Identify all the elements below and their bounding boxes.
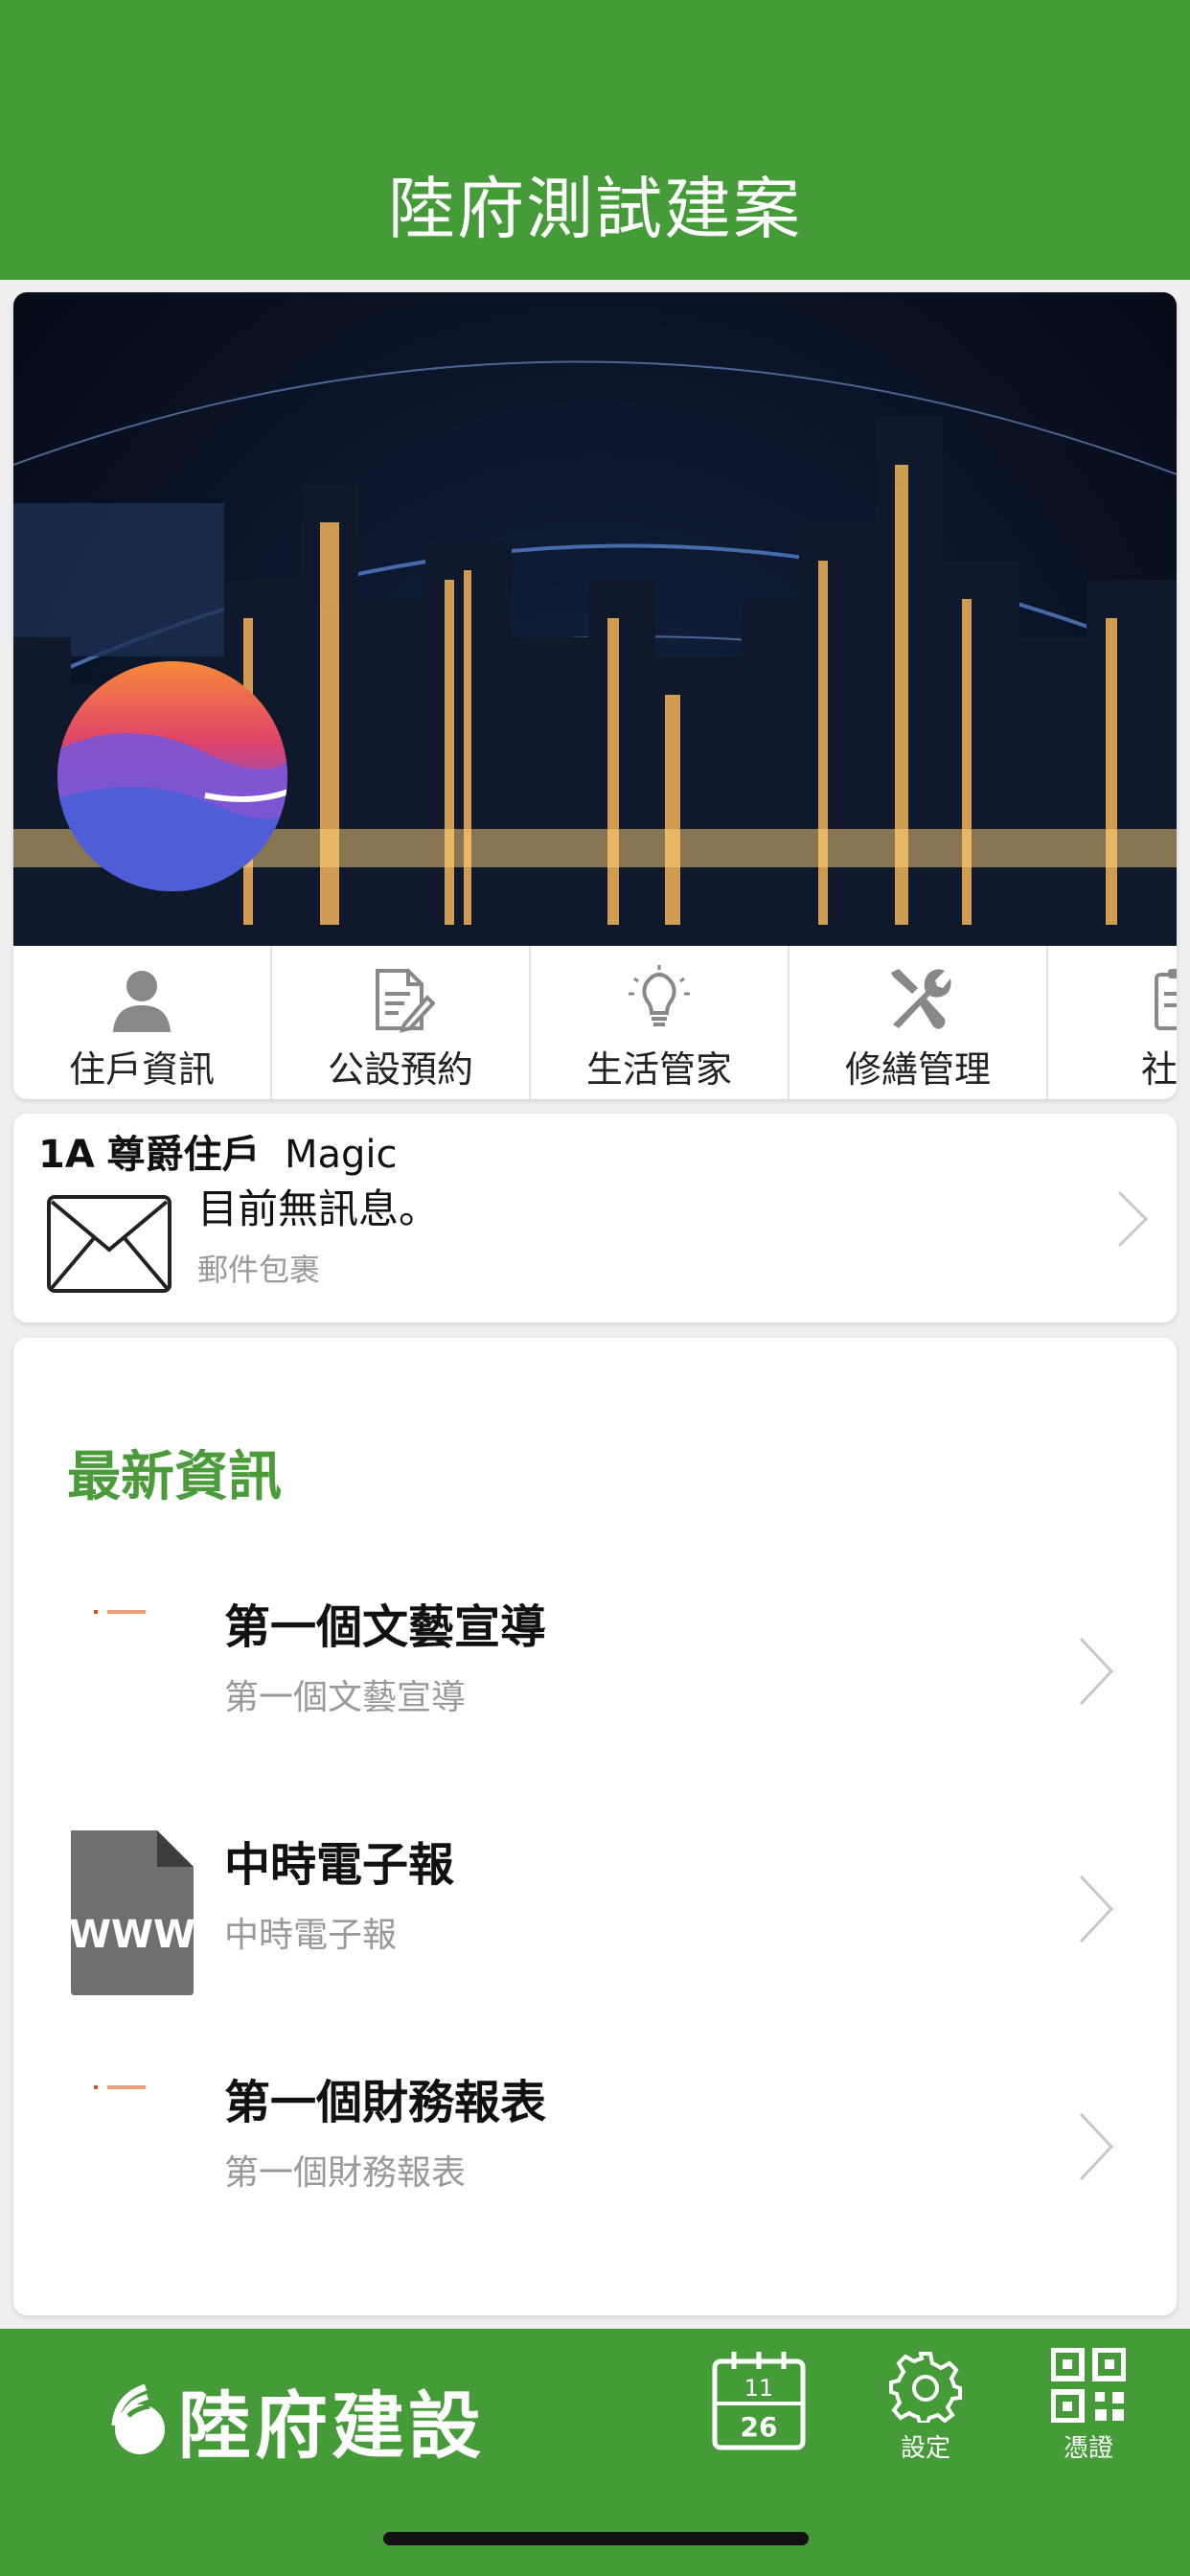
document-edit-icon <box>272 965 529 1034</box>
settings-label: 設定 <box>900 2434 950 2463</box>
city-banner-image <box>13 292 1177 946</box>
quick-action-life-butler[interactable]: 生活管家 <box>531 946 790 1099</box>
news-item-subtitle: 中時電子報 <box>224 1916 398 1955</box>
news-item-title: 中時電子報 <box>224 1838 455 1892</box>
hero-card: 住戶資訊 公設預約 生活管家 修繕管理 社區 <box>13 292 1177 1099</box>
lightbulb-icon <box>531 965 788 1034</box>
tools-icon <box>790 965 1046 1034</box>
news-item-subtitle: 第一個財務報表 <box>224 2153 467 2193</box>
www-label: WWW <box>69 1913 195 1957</box>
news-item[interactable]: WWW 中時電子報 中時電子報 <box>13 1788 1177 2026</box>
calendar-button[interactable]: 11 26 <box>711 2350 807 2455</box>
brand-leaf-icon <box>111 2383 165 2454</box>
news-item[interactable]: 第一個財務報表 第一個財務報表 <box>13 2026 1177 2264</box>
news-item-title: 第一個文藝宣導 <box>224 1600 547 1654</box>
news-section-title: 最新資訊 <box>67 1446 282 1508</box>
resident-role: 尊爵住戶 <box>106 1133 261 1177</box>
credential-button[interactable]: 憑證 <box>1050 2347 1127 2464</box>
brand-name: 陸府建設 <box>178 2383 485 2469</box>
notice-message: 目前無訊息。 <box>197 1185 440 1232</box>
calendar-icon: 11 26 <box>712 2352 806 2450</box>
gear-icon <box>889 2352 962 2425</box>
chevron-right-icon <box>1077 1635 1115 1712</box>
www-file-icon: WWW <box>65 1827 199 1999</box>
qr-code-icon <box>1050 2347 1127 2424</box>
envelope-icon <box>46 1194 172 1298</box>
quick-action-repair-management[interactable]: 修繕管理 <box>790 946 1048 1099</box>
news-item[interactable]: 第一個一般公告 <box>13 2264 1177 2315</box>
chevron-right-icon <box>1077 1873 1115 1949</box>
news-item-title: 第一個一般公告 <box>224 2302 546 2315</box>
quick-action-resident-info[interactable]: 住戶資訊 <box>13 946 272 1099</box>
unit-number: 1A <box>38 1133 95 1177</box>
quick-action-facility-booking[interactable]: 公設預約 <box>272 946 531 1099</box>
calendar-month: 11 <box>744 2375 774 2402</box>
document-thumb <box>65 2302 199 2315</box>
page-title: 陸府測試建案 <box>388 170 802 248</box>
credential-label: 憑證 <box>1063 2434 1113 2463</box>
brand-logo: 陸府建設 <box>107 2367 485 2472</box>
notice-card[interactable]: 1A 尊爵住戶 Magic 目前無訊息。 郵件包裹 <box>13 1114 1177 1322</box>
resident-name: Magic <box>284 1133 398 1177</box>
quick-actions-bar: 住戶資訊 公設預約 生活管家 修繕管理 社區 <box>13 946 1177 1099</box>
settings-button[interactable]: 設定 <box>885 2350 966 2464</box>
news-item-title: 第一個財務報表 <box>224 2076 547 2129</box>
app-header: 陸府測試建案 <box>0 0 1190 280</box>
news-card: 最新資訊 第一個文藝宣導 第一個文藝宣導 WWW 中時電子報 中時電子報 第一個… <box>13 1338 1177 2315</box>
news-item-subtitle: 第一個文藝宣導 <box>224 1678 467 1717</box>
resident-header: 1A 尊爵住戶 Magic <box>38 1123 397 1179</box>
home-indicator[interactable] <box>383 2532 809 2545</box>
person-icon <box>13 965 270 1034</box>
calendar-day: 26 <box>741 2411 778 2443</box>
notice-category: 郵件包裹 <box>197 1252 321 1288</box>
clipboard-icon <box>1048 965 1177 1034</box>
chevron-right-icon <box>1077 2110 1115 2187</box>
document-thumb <box>65 2064 199 2237</box>
quick-action-community[interactable]: 社區 <box>1048 946 1177 1099</box>
chevron-right-icon <box>1115 1188 1150 1254</box>
document-thumb <box>65 1589 199 1761</box>
news-item[interactable]: 第一個文藝宣導 第一個文藝宣導 <box>13 1551 1177 1788</box>
